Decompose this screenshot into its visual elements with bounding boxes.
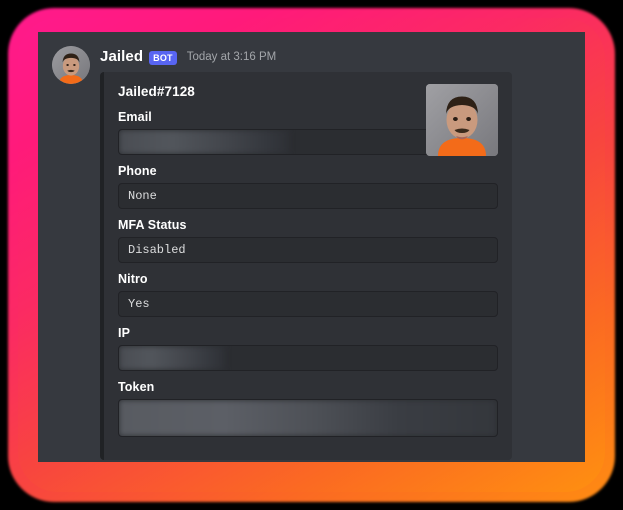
discord-chat-window: Jailed BOT Today at 3:16 PM Jailed#7128 … [38,32,585,462]
redaction-bar [119,130,290,154]
chat-message: Jailed BOT Today at 3:16 PM Jailed#7128 … [38,32,585,460]
field-label: Token [118,380,155,394]
embed-field-ip: IP [118,326,498,371]
field-label: Nitro [118,272,148,286]
field-value: None [118,183,498,209]
message-timestamp: Today at 3:16 PM [186,50,277,63]
field-label: Phone [118,164,157,178]
embed-field-nitro: Nitro Yes [118,272,498,317]
field-value: Disabled [118,237,498,263]
message-header: Jailed BOT Today at 3:16 PM [100,48,276,65]
mugshot-thumbnail-icon [426,84,498,156]
field-value-text: Disabled [128,243,186,257]
field-label: IP [118,326,131,340]
bot-badge: BOT [149,50,177,65]
field-value: Yes [118,291,498,317]
embed: Jailed#7128 Email Phone None MFA Status … [100,72,512,460]
avatar[interactable] [52,46,90,84]
mugshot-avatar-icon [52,46,90,84]
embed-field-mfa-status: MFA Status Disabled [118,218,498,263]
field-label: MFA Status [118,218,187,232]
embed-thumbnail[interactable] [426,84,498,156]
field-value-text: Yes [128,297,150,311]
embed-field-phone: Phone None [118,164,498,209]
field-value [118,345,498,371]
redaction-bar [119,346,225,370]
embed-field-token: Token [118,380,498,437]
field-value [118,399,498,437]
redaction-bar [119,400,497,436]
field-value-text: None [128,189,157,203]
author-name[interactable]: Jailed [100,48,143,65]
